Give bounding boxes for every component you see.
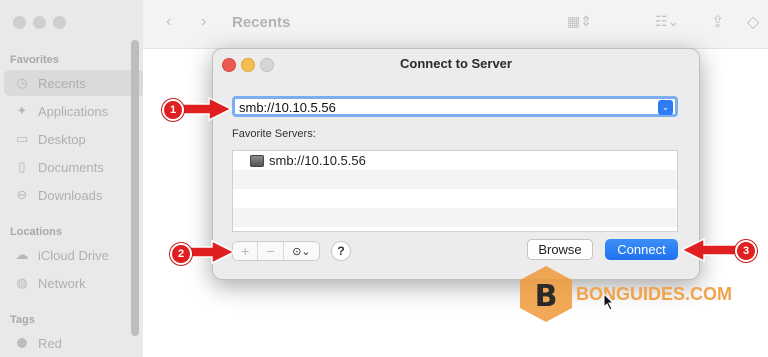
clock-icon: ◷: [16, 75, 28, 90]
sidebar-item-tag-red[interactable]: Red: [4, 330, 144, 356]
tag-dot-icon: [14, 335, 30, 351]
connect-button[interactable]: Connect: [605, 239, 678, 260]
share-icon[interactable]: ⇪: [711, 12, 724, 32]
sidebar-item-downloads[interactable]: ⊖ Downloads: [4, 182, 144, 208]
globe-icon: ◍: [16, 275, 28, 290]
sidebar-item-applications[interactable]: ✦ Applications: [4, 98, 144, 124]
back-icon[interactable]: ‹: [166, 13, 171, 31]
sidebar-item-desktop[interactable]: ▭ Desktop: [4, 126, 144, 152]
options-menu-button[interactable]: ⊙⌄: [284, 242, 319, 260]
sidebar-item-label: Desktop: [38, 131, 86, 147]
server-address-value[interactable]: smb://10.10.5.56: [239, 100, 336, 115]
applications-icon: ✦: [16, 103, 28, 118]
sidebar-item-network[interactable]: ◍ Network: [4, 270, 144, 296]
forward-icon[interactable]: ›: [201, 13, 206, 31]
sidebar-item-label: Network: [38, 275, 86, 291]
dialog-title: Connect to Server: [400, 56, 512, 71]
group-icon[interactable]: ☷⌄: [655, 13, 679, 30]
remove-favorite-button[interactable]: −: [258, 242, 284, 260]
close-window-button[interactable]: [13, 16, 26, 29]
sidebar-item-label: Red: [38, 335, 62, 351]
download-icon: ⊖: [16, 187, 28, 202]
watermark: B BONGUIDES.COM: [518, 265, 732, 325]
sidebar-item-label: Documents: [38, 159, 104, 175]
tag-icon[interactable]: ◇: [747, 12, 759, 32]
help-button[interactable]: ?: [331, 241, 351, 261]
server-address-field[interactable]: smb://10.10.5.56 ⌄: [232, 96, 678, 117]
sidebar-item-icloud-drive[interactable]: ☁ iCloud Drive: [4, 242, 144, 268]
sidebar-item-label: Downloads: [38, 187, 103, 203]
desktop-icon: ▭: [15, 131, 29, 146]
list-item[interactable]: smb://10.10.5.56: [233, 151, 677, 170]
list-item-empty: [233, 208, 677, 227]
mouse-cursor-icon: [603, 293, 615, 311]
sidebar-item-label: Applications: [38, 103, 109, 119]
callout-arrow-1: [178, 97, 233, 121]
favorite-servers-list[interactable]: smb://10.10.5.56: [232, 150, 678, 232]
locations-heading: Locations: [10, 226, 62, 238]
favorites-toolbar-segment: + − ⊙⌄: [232, 241, 320, 261]
server-drive-icon: [250, 154, 264, 167]
favorite-server-label: smb://10.10.5.56: [269, 153, 366, 168]
watermark-letter: B: [535, 279, 558, 314]
favorites-heading: Favorites: [10, 54, 59, 66]
sidebar-scrollbar[interactable]: [131, 40, 139, 336]
cloud-icon: ☁: [15, 247, 29, 262]
watermark-logo: B: [520, 266, 572, 322]
sidebar-item-recents[interactable]: ◷ Recents: [4, 70, 145, 96]
add-favorite-button[interactable]: +: [233, 242, 259, 260]
connect-to-server-dialog: Connect to Server smb://10.10.5.56 ⌄ Fav…: [212, 48, 700, 280]
sidebar-item-documents[interactable]: ▯ Documents: [4, 154, 144, 180]
chevron-down-icon[interactable]: ⌄: [658, 100, 673, 115]
zoom-window-button[interactable]: [53, 16, 66, 29]
window-title: Recents: [232, 14, 291, 31]
sidebar-item-label: iCloud Drive: [38, 247, 109, 263]
callout-badge-1: 1: [162, 99, 184, 121]
tags-heading: Tags: [10, 314, 35, 326]
favorite-servers-label: Favorite Servers:: [232, 128, 316, 140]
finder-toolbar: ‹ › Recents ▦⇕ ☷⌄ ⇪ ◇: [143, 0, 768, 49]
callout-badge-2: 2: [170, 243, 192, 265]
callout-arrow-3: [680, 238, 737, 262]
document-icon: ▯: [18, 159, 26, 174]
list-item-empty: [233, 189, 677, 208]
sidebar-item-label: Recents: [38, 75, 86, 91]
browse-button[interactable]: Browse: [527, 239, 593, 260]
view-grid-icon[interactable]: ▦⇕: [567, 13, 592, 30]
watermark-text: BONGUIDES.COM: [576, 284, 733, 304]
minimize-window-button[interactable]: [33, 16, 46, 29]
callout-badge-3: 3: [735, 240, 757, 262]
finder-sidebar: Favorites ◷ Recents ✦ Applications ▭ Des…: [0, 0, 145, 357]
list-item-empty: [233, 170, 677, 189]
callout-arrow-2: [187, 240, 236, 264]
